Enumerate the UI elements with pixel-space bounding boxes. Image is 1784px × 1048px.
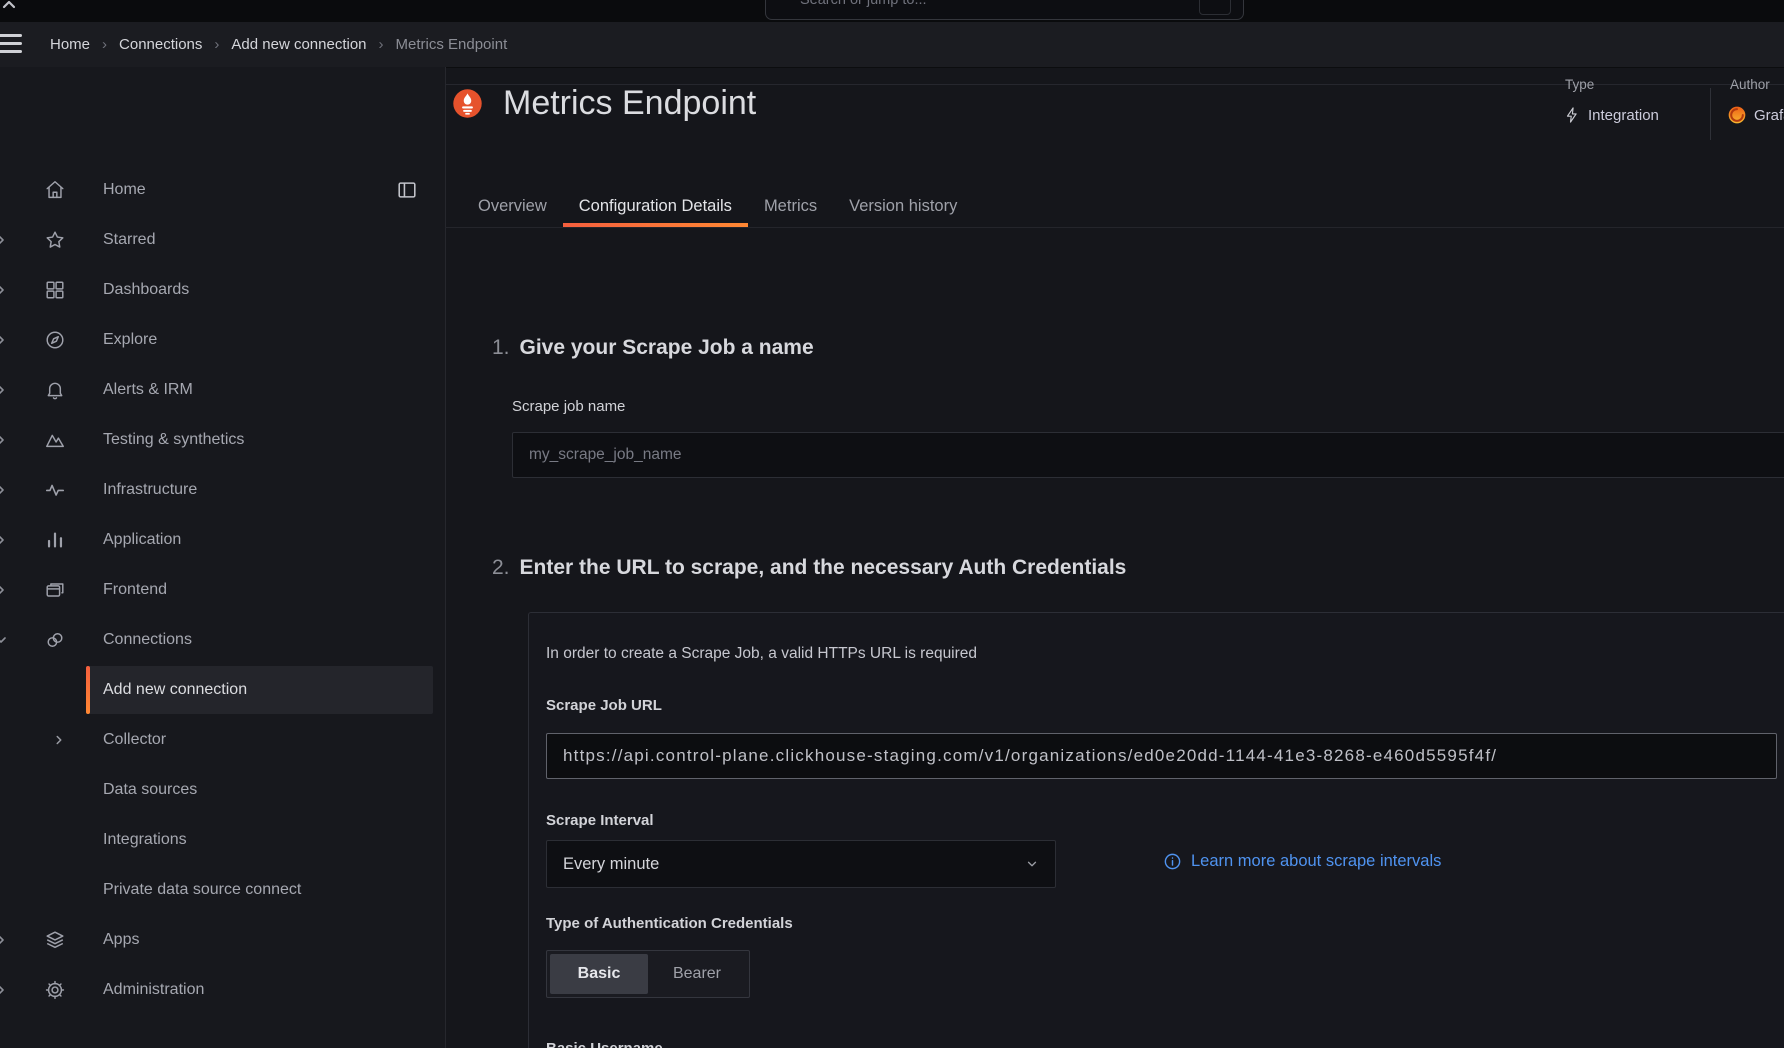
sidebar-item-frontend[interactable]: Frontend bbox=[0, 565, 445, 615]
scrape-intervals-link[interactable]: Learn more about scrape intervals bbox=[1163, 852, 1441, 871]
mountain-icon bbox=[44, 429, 66, 451]
meta-type-value: Integration bbox=[1563, 106, 1659, 124]
scrape-interval-select[interactable]: Every minute bbox=[546, 840, 1056, 888]
url-required-note: In order to create a Scrape Job, a valid… bbox=[546, 645, 977, 663]
chevron-right-icon bbox=[0, 532, 9, 548]
sidebar-item-home[interactable]: Home bbox=[0, 165, 445, 215]
breadcrumb-metrics-endpoint: Metrics Endpoint bbox=[396, 36, 508, 53]
chevron-right-icon bbox=[0, 982, 9, 998]
lightning-icon bbox=[1563, 106, 1581, 124]
connections-icon bbox=[44, 629, 66, 651]
chevron-right-icon bbox=[52, 733, 66, 747]
browser-icon bbox=[44, 579, 66, 601]
bar-chart-icon bbox=[44, 529, 66, 551]
sidebar-item-private-data-source-connect[interactable]: Private data source connect bbox=[0, 865, 445, 915]
explore-icon bbox=[44, 329, 66, 351]
scrape-job-name-label: Scrape job name bbox=[512, 398, 625, 415]
info-icon bbox=[1163, 852, 1182, 871]
sidebar-item-application[interactable]: Application bbox=[0, 515, 445, 565]
breadcrumb: Home › Connections › Add new connection … bbox=[50, 22, 507, 67]
section-2-number: 2. bbox=[492, 556, 510, 580]
chevron-right-icon bbox=[0, 282, 9, 298]
auth-type-toggle: Basic Bearer bbox=[546, 950, 750, 998]
scrape-job-url-label: Scrape Job URL bbox=[546, 697, 662, 714]
page-title: Metrics Endpoint bbox=[503, 84, 756, 123]
breadcrumb-separator: › bbox=[379, 36, 384, 53]
sidebar-item-apps[interactable]: Apps bbox=[0, 915, 445, 965]
scrape-interval-label: Scrape Interval bbox=[546, 812, 654, 829]
breadcrumb-home[interactable]: Home bbox=[50, 36, 90, 53]
tab-overview[interactable]: Overview bbox=[462, 186, 563, 227]
gear-icon bbox=[44, 979, 66, 1001]
sidebar-item-infrastructure[interactable]: Infrastructure bbox=[0, 465, 445, 515]
grafana-icon bbox=[1727, 105, 1747, 125]
sidebar-item-connections[interactable]: Connections bbox=[0, 615, 445, 665]
chevron-right-icon bbox=[0, 482, 9, 498]
tab-bar: Overview Configuration Details Metrics V… bbox=[462, 186, 973, 227]
grafana-app: Search or jump to... Home › Connections … bbox=[0, 0, 1784, 1048]
activity-icon bbox=[44, 479, 66, 501]
chevron-right-icon bbox=[0, 582, 9, 598]
search-placeholder: Search or jump to... bbox=[800, 0, 927, 8]
scrape-job-url-input[interactable] bbox=[546, 733, 1777, 779]
chevron-right-icon bbox=[0, 932, 9, 948]
prometheus-icon bbox=[452, 88, 483, 119]
menu-toggle-button[interactable] bbox=[0, 34, 22, 55]
auth-option-basic[interactable]: Basic bbox=[550, 954, 648, 994]
meta-divider bbox=[1710, 88, 1711, 140]
section-1-number: 1. bbox=[492, 336, 510, 360]
home-icon bbox=[44, 179, 66, 201]
search-input[interactable]: Search or jump to... bbox=[765, 0, 1244, 20]
sidebar-item-data-sources[interactable]: Data sources bbox=[0, 765, 445, 815]
meta-type-label: Type bbox=[1565, 76, 1594, 94]
chevron-right-icon bbox=[0, 332, 9, 348]
collapse-sidebar-icon[interactable] bbox=[396, 179, 418, 201]
auth-type-label: Type of Authentication Credentials bbox=[546, 915, 793, 932]
sidebar: Home Starred Dashboards Explore Alerts &… bbox=[0, 67, 446, 1048]
chevron-right-icon bbox=[0, 382, 9, 398]
section-1-title: Give your Scrape Job a name bbox=[520, 336, 814, 360]
chevron-down-icon bbox=[1025, 857, 1039, 871]
auth-option-bearer[interactable]: Bearer bbox=[648, 954, 746, 994]
scrape-job-name-input[interactable] bbox=[512, 432, 1784, 478]
dashboards-icon bbox=[44, 279, 66, 301]
breadcrumb-connections[interactable]: Connections bbox=[119, 36, 202, 53]
sidebar-item-add-new-connection[interactable]: Add new connection bbox=[0, 666, 445, 714]
meta-author-label: Author bbox=[1730, 76, 1770, 94]
chevron-down-icon bbox=[0, 632, 9, 648]
scrape-intervals-link-text: Learn more about scrape intervals bbox=[1191, 852, 1441, 871]
section-2-heading: 2. Enter the URL to scrape, and the nece… bbox=[492, 556, 1126, 580]
breadcrumb-separator: › bbox=[102, 36, 107, 53]
breadcrumb-bar: Home › Connections › Add new connection … bbox=[0, 22, 1784, 68]
tab-version-history[interactable]: Version history bbox=[833, 186, 973, 227]
chevron-right-icon bbox=[0, 432, 9, 448]
tab-bar-divider bbox=[445, 227, 1784, 228]
chevron-right-icon bbox=[0, 232, 9, 248]
star-icon bbox=[44, 229, 66, 251]
bell-icon bbox=[44, 379, 66, 401]
sidebar-item-collector[interactable]: Collector bbox=[0, 715, 445, 765]
sidebar-item-alerts-irm[interactable]: Alerts & IRM bbox=[0, 365, 445, 415]
search-shortcut-badge bbox=[1199, 0, 1231, 15]
chevron-up-icon bbox=[0, 0, 21, 16]
menu-icon bbox=[0, 34, 22, 37]
breadcrumb-separator: › bbox=[214, 36, 219, 53]
tab-metrics[interactable]: Metrics bbox=[748, 186, 833, 227]
sidebar-item-testing-synthetics[interactable]: Testing & synthetics bbox=[0, 415, 445, 465]
basic-username-label-clipped: Basic Username bbox=[546, 1040, 846, 1048]
sidebar-item-explore[interactable]: Explore bbox=[0, 315, 445, 365]
layers-icon bbox=[44, 929, 66, 951]
sidebar-item-dashboards[interactable]: Dashboards bbox=[0, 265, 445, 315]
sidebar-item-starred[interactable]: Starred bbox=[0, 215, 445, 265]
section-2-title: Enter the URL to scrape, and the necessa… bbox=[520, 556, 1127, 580]
sidebar-item-administration[interactable]: Administration bbox=[0, 965, 445, 1015]
breadcrumb-add-new-connection[interactable]: Add new connection bbox=[231, 36, 366, 53]
scrape-interval-value: Every minute bbox=[563, 855, 659, 874]
sidebar-item-integrations[interactable]: Integrations bbox=[0, 815, 445, 865]
tab-configuration-details[interactable]: Configuration Details bbox=[563, 186, 748, 227]
meta-author-value: Grafana bbox=[1727, 105, 1784, 125]
section-1-heading: 1. Give your Scrape Job a name bbox=[492, 336, 814, 360]
